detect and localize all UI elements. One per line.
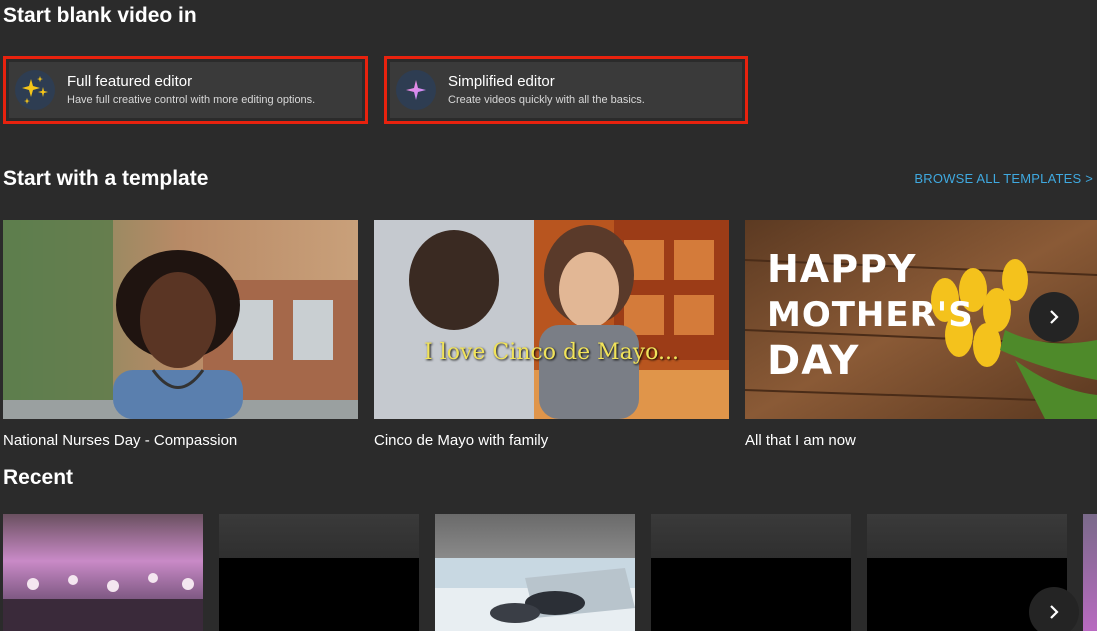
recent-video-card[interactable] [651,514,851,631]
recent-thumbnail-top [219,514,419,558]
recent-thumbnail [219,558,419,631]
template-overlay-line: MOTHER'S [767,295,974,335]
template-label[interactable]: Cinco de Mayo with family [374,432,729,449]
template-thumbnail[interactable] [3,220,358,419]
recent-next-button[interactable] [1029,587,1079,631]
simplified-editor-button[interactable]: Simplified editor Create videos quickly … [384,56,748,124]
full-featured-editor-card-body[interactable]: Full featured editor Have full creative … [9,62,362,118]
recent-video-card[interactable] [1083,514,1097,631]
template-card-cinco-de-mayo[interactable]: I love Cinco de Mayo... Cinco de Mayo wi… [374,220,729,449]
template-label[interactable]: All that I am now [745,432,1097,449]
editor-description: Create videos quickly with all the basic… [448,94,645,106]
sparkle-icon [396,70,436,110]
editor-name: Simplified editor [448,73,555,90]
template-overlay-line: HAPPY [767,247,917,291]
recent-thumbnail-top [651,514,851,558]
full-featured-editor-button[interactable]: Full featured editor Have full creative … [3,56,368,124]
recent-video-card[interactable] [3,514,203,631]
recent-thumbnail-top [435,514,635,558]
recent-thumbnail-top [867,514,1067,558]
template-overlay-text: I love Cinco de Mayo... [423,340,679,365]
template-overlay-line: DAY [767,338,860,384]
simplified-editor-card-body[interactable]: Simplified editor Create videos quickly … [390,62,742,118]
editor-name: Full featured editor [67,73,193,90]
recent-thumbnail [3,514,203,631]
blank-video-heading: Start blank video in [3,4,197,27]
template-thumbnail[interactable]: I love Cinco de Mayo... [374,220,729,419]
recent-video-card[interactable] [435,514,635,631]
template-heading: Start with a template [3,167,209,190]
template-card-nurses-day[interactable]: National Nurses Day - Compassion [3,220,358,449]
recent-heading: Recent [3,466,74,489]
chevron-right-icon [1050,605,1059,619]
recent-video-card[interactable] [219,514,419,631]
sparkles-icon [15,70,55,110]
browse-all-templates-link[interactable]: BROWSE ALL TEMPLATES > [914,171,1093,186]
chevron-right-icon [1050,310,1059,324]
editor-description: Have full creative control with more edi… [67,94,316,106]
template-label[interactable]: National Nurses Day - Compassion [3,432,358,449]
recent-thumbnail [1083,514,1097,631]
templates-next-button[interactable] [1029,292,1079,342]
recent-thumbnail [651,558,851,631]
recent-thumbnail [435,558,635,631]
